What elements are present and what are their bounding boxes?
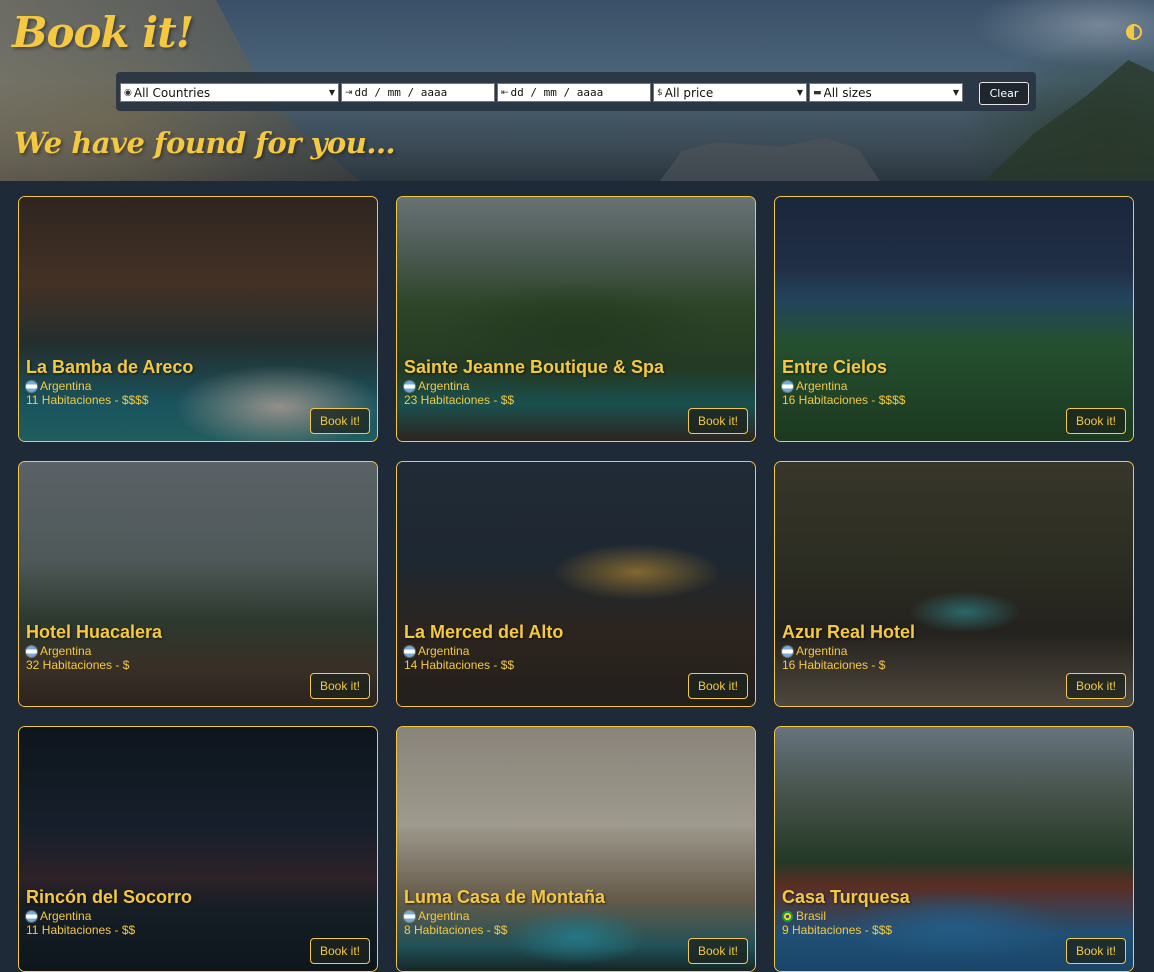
checkout-icon: ⇤ xyxy=(501,87,509,98)
argentina-flag-icon xyxy=(404,645,415,657)
clear-button[interactable]: Clear xyxy=(979,82,1029,105)
hotel-country: Argentina xyxy=(404,379,748,393)
hero-header: Book it! ◉ All Countries ▼ ⇥ dd / mm / a… xyxy=(0,0,1154,181)
hotel-name[interactable]: La Merced del Alto xyxy=(404,621,748,643)
hotel-card[interactable]: Luma Casa de Montaña Argentina 8 Habitac… xyxy=(396,726,756,972)
chevron-down-icon: ▼ xyxy=(952,88,959,97)
hotel-rooms-price: 16 Habitaciones - $$$$ xyxy=(782,393,906,407)
bed-icon: ▬ xyxy=(813,87,822,98)
hotel-country-label: Argentina xyxy=(418,909,470,923)
hotel-country: Argentina xyxy=(782,379,1126,393)
brand-logo[interactable]: Book it! xyxy=(12,8,194,57)
argentina-flag-icon xyxy=(26,380,37,392)
hotel-country: Argentina xyxy=(26,909,370,923)
book-it-button[interactable]: Book it! xyxy=(688,408,748,434)
results-heading: We have found for you... xyxy=(14,126,396,160)
hotel-card[interactable]: Sainte Jeanne Boutique & Spa Argentina 2… xyxy=(396,196,756,442)
chevron-down-icon: ▼ xyxy=(796,88,803,97)
hotel-info: Hotel Huacalera Argentina 32 Habitacione… xyxy=(26,621,370,672)
size-select-value: All sizes xyxy=(823,85,872,100)
hotel-name[interactable]: La Bamba de Areco xyxy=(26,356,370,378)
hotel-card[interactable]: Azur Real Hotel Argentina 16 Habitacione… xyxy=(774,461,1134,707)
size-select[interactable]: ▬ All sizes ▼ xyxy=(809,83,963,102)
hotel-info: Sainte Jeanne Boutique & Spa Argentina 2… xyxy=(404,356,748,407)
country-select[interactable]: ◉ All Countries ▼ xyxy=(120,83,339,102)
dollar-icon: $ xyxy=(657,87,663,98)
checkin-date-input[interactable]: ⇥ dd / mm / aaaa xyxy=(341,83,495,102)
argentina-flag-icon xyxy=(26,645,37,657)
hotel-country: Argentina xyxy=(782,644,1126,658)
hotel-name[interactable]: Casa Turquesa xyxy=(782,886,1126,908)
argentina-flag-icon xyxy=(26,910,37,922)
checkin-date-value: dd / mm / aaaa xyxy=(354,86,448,99)
hotel-info: Azur Real Hotel Argentina 16 Habitacione… xyxy=(782,621,1126,672)
hotel-info: Casa Turquesa Brasil 9 Habitaciones - $$… xyxy=(782,886,1126,937)
book-it-button[interactable]: Book it! xyxy=(688,673,748,699)
hotel-country: Argentina xyxy=(404,644,748,658)
book-it-button[interactable]: Book it! xyxy=(1066,408,1126,434)
hotel-name[interactable]: Luma Casa de Montaña xyxy=(404,886,748,908)
hotel-country: Brasil xyxy=(782,909,1126,923)
hotel-country: Argentina xyxy=(26,644,370,658)
hotel-name[interactable]: Sainte Jeanne Boutique & Spa xyxy=(404,356,748,378)
hotel-rooms-price: 16 Habitaciones - $ xyxy=(782,658,886,672)
book-it-button[interactable]: Book it! xyxy=(1066,938,1126,964)
hotel-card[interactable]: Hotel Huacalera Argentina 32 Habitacione… xyxy=(18,461,378,707)
argentina-flag-icon xyxy=(782,380,793,392)
theme-toggle-icon[interactable] xyxy=(1126,24,1142,40)
hotel-grid: La Bamba de Areco Argentina 11 Habitacio… xyxy=(18,196,1134,972)
hotel-info: Luma Casa de Montaña Argentina 8 Habitac… xyxy=(404,886,748,937)
hotel-card[interactable]: Casa Turquesa Brasil 9 Habitaciones - $$… xyxy=(774,726,1134,972)
hotel-info: La Bamba de Areco Argentina 11 Habitacio… xyxy=(26,356,370,407)
hotel-rooms-price: 8 Habitaciones - $$ xyxy=(404,923,508,937)
location-pin-icon: ◉ xyxy=(124,87,132,98)
hotel-rooms-price: 9 Habitaciones - $$$ xyxy=(782,923,893,937)
hotel-rooms-price: 23 Habitaciones - $$ xyxy=(404,393,515,407)
book-it-button[interactable]: Book it! xyxy=(310,673,370,699)
hotel-rooms-price: 14 Habitaciones - $$ xyxy=(404,658,515,672)
price-select-value: All price xyxy=(664,85,714,100)
book-it-button[interactable]: Book it! xyxy=(310,938,370,964)
book-it-button[interactable]: Book it! xyxy=(688,938,748,964)
hotel-name[interactable]: Entre Cielos xyxy=(782,356,1126,378)
hotel-country-label: Argentina xyxy=(796,644,848,658)
hotel-card[interactable]: Entre Cielos Argentina 16 Habitaciones -… xyxy=(774,196,1134,442)
filter-bar: ◉ All Countries ▼ ⇥ dd / mm / aaaa ⇤ dd … xyxy=(116,72,1036,111)
hotel-country-label: Argentina xyxy=(40,379,92,393)
hotel-info: Entre Cielos Argentina 16 Habitaciones -… xyxy=(782,356,1126,407)
hotel-country-label: Argentina xyxy=(40,644,92,658)
hotel-rooms-price: 11 Habitaciones - $$ xyxy=(26,923,136,937)
argentina-flag-icon xyxy=(782,645,793,657)
checkout-date-value: dd / mm / aaaa xyxy=(510,86,604,99)
checkout-date-input[interactable]: ⇤ dd / mm / aaaa xyxy=(497,83,651,102)
hotel-country-label: Argentina xyxy=(418,379,470,393)
book-it-button[interactable]: Book it! xyxy=(1066,673,1126,699)
hotel-country-label: Argentina xyxy=(40,909,92,923)
hotel-rooms-price: 32 Habitaciones - $ xyxy=(26,658,130,672)
hotel-info: La Merced del Alto Argentina 14 Habitaci… xyxy=(404,621,748,672)
checkin-icon: ⇥ xyxy=(345,87,353,98)
hotel-country-label: Brasil xyxy=(796,909,827,923)
hotel-card[interactable]: La Bamba de Areco Argentina 11 Habitacio… xyxy=(18,196,378,442)
country-select-value: All Countries xyxy=(133,85,211,100)
hotel-name[interactable]: Rincón del Socorro xyxy=(26,886,370,908)
hotel-card[interactable]: La Merced del Alto Argentina 14 Habitaci… xyxy=(396,461,756,707)
hotel-rooms-price: 11 Habitaciones - $$$$ xyxy=(26,393,149,407)
hotel-name[interactable]: Hotel Huacalera xyxy=(26,621,370,643)
hotel-country-label: Argentina xyxy=(796,379,848,393)
hotel-info: Rincón del Socorro Argentina 11 Habitaci… xyxy=(26,886,370,937)
price-select[interactable]: $ All price ▼ xyxy=(653,83,807,102)
hotel-name[interactable]: Azur Real Hotel xyxy=(782,621,1126,643)
hero-mountains xyxy=(660,138,880,181)
argentina-flag-icon xyxy=(404,380,415,392)
chevron-down-icon: ▼ xyxy=(328,88,335,97)
book-it-button[interactable]: Book it! xyxy=(310,408,370,434)
hotel-country-label: Argentina xyxy=(418,644,470,658)
argentina-flag-icon xyxy=(404,910,415,922)
hotel-country: Argentina xyxy=(26,379,370,393)
hotel-country: Argentina xyxy=(404,909,748,923)
brazil-flag-icon xyxy=(782,910,793,922)
hotel-card[interactable]: Rincón del Socorro Argentina 11 Habitaci… xyxy=(18,726,378,972)
